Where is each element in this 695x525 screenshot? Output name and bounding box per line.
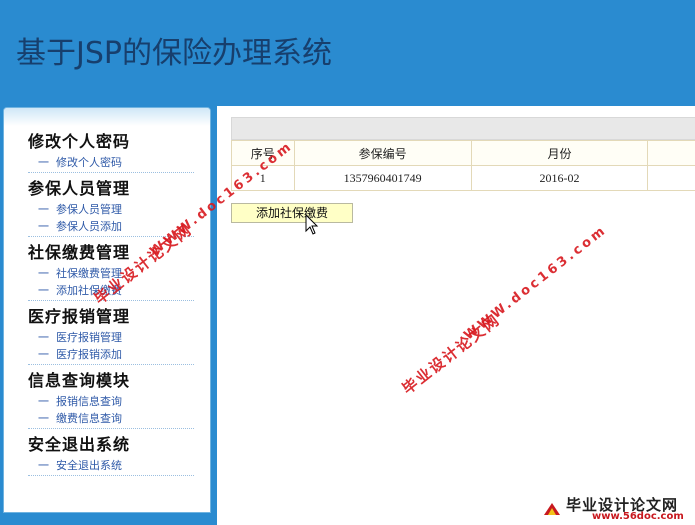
menu-item-change-password[interactable]: 一修改个人密码 (28, 154, 194, 171)
table-cell: 1357960401749 (293, 165, 472, 191)
logo-url: www.56doc.com (592, 511, 684, 522)
add-payment-button[interactable]: 添加社保缴费 (231, 203, 353, 223)
table-header-row: 序号 参保编号 月份 (231, 140, 695, 166)
menu-item-logout[interactable]: 一安全退出系统 (28, 457, 194, 474)
menu-heading: 修改个人密码 (28, 132, 131, 151)
menu-bullet: 一 (38, 284, 49, 297)
payment-table: 序号 参保编号 月份 1 1357960401749 2016-02 (231, 140, 695, 191)
menu-divider (28, 172, 194, 173)
table-cell (647, 165, 695, 191)
menu-heading: 安全退出系统 (28, 435, 131, 454)
menu-divider (28, 475, 194, 476)
table-cell: 2016-02 (470, 165, 649, 191)
menu-item-reimburse-query[interactable]: 一报销信息查询 (28, 393, 194, 410)
column-header-extra (647, 140, 695, 166)
mouse-cursor-icon (305, 214, 319, 235)
menu-bullet: 一 (38, 459, 49, 472)
menu-bullet: 一 (38, 203, 49, 216)
logo-emblem-icon (544, 503, 560, 515)
menu-bullet: 一 (38, 412, 49, 425)
menu-group-medical: 医疗报销管理 一医疗报销管理 一医疗报销添加 (28, 305, 194, 365)
column-header: 参保编号 (293, 140, 472, 166)
column-header: 月份 (470, 140, 649, 166)
sidebar: 修改个人密码 一修改个人密码 参保人员管理 一参保人员管理 一参保人员添加 社保… (3, 107, 211, 513)
menu-item-medical-manage[interactable]: 一医疗报销管理 (28, 329, 194, 346)
menu-bullet: 一 (38, 348, 49, 361)
table-toolbar (231, 117, 695, 140)
app-header: 基于JSP的保险办理系统 (0, 0, 695, 106)
menu-item-payment-query[interactable]: 一缴费信息查询 (28, 410, 194, 427)
main-content: 序号 参保编号 月份 1 1357960401749 2016-02 添加社保缴… (217, 106, 695, 525)
menu-bullet: 一 (38, 267, 49, 280)
page-title: 基于JSP的保险办理系统 (16, 36, 332, 71)
menu-divider (28, 364, 194, 365)
menu-bullet: 一 (38, 156, 49, 169)
menu-bullet: 一 (38, 220, 49, 233)
menu-heading: 医疗报销管理 (28, 307, 131, 326)
menu-bullet: 一 (38, 395, 49, 408)
menu-divider (28, 428, 194, 429)
menu-bullet: 一 (38, 331, 49, 344)
menu-heading: 信息查询模块 (28, 371, 131, 390)
menu-group-insured: 参保人员管理 一参保人员管理 一参保人员添加 (28, 177, 194, 237)
sidebar-top-gradient (4, 108, 210, 126)
menu-heading: 参保人员管理 (28, 179, 131, 198)
menu-group-logout: 安全退出系统 一安全退出系统 (28, 433, 194, 476)
site-logo: 毕业设计论文网 www.56doc.com (540, 494, 695, 525)
menu-item-insured-manage[interactable]: 一参保人员管理 (28, 201, 194, 218)
table-row: 1 1357960401749 2016-02 (231, 165, 695, 191)
menu-group-query: 信息查询模块 一报销信息查询 一缴费信息查询 (28, 369, 194, 429)
menu-item-medical-add[interactable]: 一医疗报销添加 (28, 346, 194, 363)
menu-group-password: 修改个人密码 一修改个人密码 (28, 130, 194, 173)
